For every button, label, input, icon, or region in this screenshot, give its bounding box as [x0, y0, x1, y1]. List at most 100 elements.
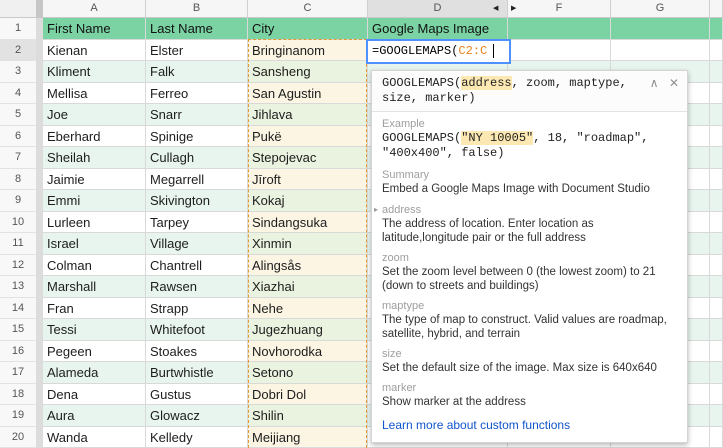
cell-H9[interactable] — [710, 190, 723, 212]
cell-B18[interactable]: Gustus — [146, 383, 248, 405]
cell-B15[interactable]: Whitefoot — [146, 319, 248, 341]
column-header-G[interactable]: G — [611, 0, 710, 18]
cell-A15[interactable]: Tessi — [43, 319, 146, 341]
cell-C12[interactable]: Alingsås — [248, 254, 368, 276]
cell-H6[interactable] — [710, 125, 723, 147]
cell-A10[interactable]: Lurleen — [43, 211, 146, 233]
cell-B12[interactable]: Chantrell — [146, 254, 248, 276]
cell-H18[interactable] — [710, 383, 723, 405]
cell-A1[interactable]: First Name — [43, 18, 146, 40]
row-header-3[interactable]: 3 — [0, 61, 36, 83]
cell-B16[interactable]: Stoakes — [146, 340, 248, 362]
cell-H1[interactable] — [710, 18, 723, 40]
column-header-F[interactable]: F — [508, 0, 611, 18]
unhide-column-left-icon[interactable]: ◀ — [493, 0, 498, 18]
cell-C14[interactable]: Nehe — [248, 297, 368, 319]
cell-H3[interactable] — [710, 61, 723, 83]
cell-H20[interactable] — [710, 426, 723, 448]
cell-C11[interactable]: Xinmin — [248, 233, 368, 255]
row-header-17[interactable]: 17 — [0, 362, 36, 384]
cell-C8[interactable]: Jīroft — [248, 168, 368, 190]
cell-H12[interactable] — [710, 254, 723, 276]
cell-A6[interactable]: Eberhard — [43, 125, 146, 147]
cell-A5[interactable]: Joe — [43, 104, 146, 126]
row-header-15[interactable]: 15 — [0, 319, 36, 341]
cell-H17[interactable] — [710, 362, 723, 384]
cell-H13[interactable] — [710, 276, 723, 298]
cell-C7[interactable]: Stepojevac — [248, 147, 368, 169]
cell-B9[interactable]: Skivington — [146, 190, 248, 212]
cell-B5[interactable]: Snarr — [146, 104, 248, 126]
row-header-10[interactable]: 10 — [0, 211, 36, 233]
cell-C13[interactable]: Xiazhai — [248, 276, 368, 298]
cell-C18[interactable]: Dobri Dol — [248, 383, 368, 405]
cell-A8[interactable]: Jaimie — [43, 168, 146, 190]
cell-B11[interactable]: Village — [146, 233, 248, 255]
cell-C4[interactable]: San Agustin — [248, 82, 368, 104]
cell-B2[interactable]: Elster — [146, 39, 248, 61]
cell-C19[interactable]: Shilin — [248, 405, 368, 427]
cell-C6[interactable]: Pukë — [248, 125, 368, 147]
cell-C2[interactable]: Bringinanom — [248, 39, 368, 61]
cell-A13[interactable]: Marshall — [43, 276, 146, 298]
row-header-8[interactable]: 8 — [0, 168, 36, 190]
cell-H4[interactable] — [710, 82, 723, 104]
cell-A12[interactable]: Colman — [43, 254, 146, 276]
cell-C16[interactable]: Novhorodka — [248, 340, 368, 362]
cell-D1[interactable]: Google Maps Image — [368, 18, 508, 40]
cell-C10[interactable]: Sindangsuka — [248, 211, 368, 233]
row-header-7[interactable]: 7 — [0, 147, 36, 169]
cell-H19[interactable] — [710, 405, 723, 427]
cell-B17[interactable]: Burtwhistle — [146, 362, 248, 384]
column-header-A[interactable]: A — [43, 0, 146, 18]
formula-cell-editor[interactable]: =GOOGLEMAPS(C2:C — [366, 39, 511, 64]
cell-A14[interactable]: Fran — [43, 297, 146, 319]
column-header-B[interactable]: B — [146, 0, 248, 18]
cell-C17[interactable]: Setono — [248, 362, 368, 384]
cell-B19[interactable]: Glowacz — [146, 405, 248, 427]
cell-A18[interactable]: Dena — [43, 383, 146, 405]
column-header-C[interactable]: C — [248, 0, 368, 18]
cell-A2[interactable]: Kienan — [43, 39, 146, 61]
row-header-4[interactable]: 4 — [0, 82, 36, 104]
cell-B6[interactable]: Spinige — [146, 125, 248, 147]
cell-C1[interactable]: City — [248, 18, 368, 40]
column-header-H[interactable] — [710, 0, 723, 18]
cell-H11[interactable] — [710, 233, 723, 255]
cell-A7[interactable]: Sheilah — [43, 147, 146, 169]
row-header-19[interactable]: 19 — [0, 405, 36, 427]
cell-C20[interactable]: Meijiang — [248, 426, 368, 448]
row-header-18[interactable]: 18 — [0, 383, 36, 405]
cell-F2[interactable] — [508, 39, 611, 61]
cell-C9[interactable]: Kokaj — [248, 190, 368, 212]
cell-A19[interactable]: Aura — [43, 405, 146, 427]
learn-more-link[interactable]: Learn more about custom functions — [382, 418, 570, 432]
column-header-D[interactable]: D — [368, 0, 508, 18]
cell-H2[interactable] — [710, 39, 723, 61]
cell-G1[interactable] — [611, 18, 710, 40]
row-header-16[interactable]: 16 — [0, 340, 36, 362]
cell-F1[interactable] — [508, 18, 611, 40]
row-header-6[interactable]: 6 — [0, 125, 36, 147]
cell-H7[interactable] — [710, 147, 723, 169]
cell-C3[interactable]: Sansheng — [248, 61, 368, 83]
cell-B4[interactable]: Ferreo — [146, 82, 248, 104]
cell-C5[interactable]: Jihlava — [248, 104, 368, 126]
cell-B7[interactable]: Cullagh — [146, 147, 248, 169]
row-header-2[interactable]: 2 — [0, 39, 36, 61]
cell-A17[interactable]: Alameda — [43, 362, 146, 384]
cell-A20[interactable]: Wanda — [43, 426, 146, 448]
cell-G2[interactable] — [611, 39, 710, 61]
cell-H16[interactable] — [710, 340, 723, 362]
row-header-13[interactable]: 13 — [0, 276, 36, 298]
row-header-14[interactable]: 14 — [0, 297, 36, 319]
cell-H10[interactable] — [710, 211, 723, 233]
cell-A9[interactable]: Emmi — [43, 190, 146, 212]
cell-B10[interactable]: Tarpey — [146, 211, 248, 233]
close-icon[interactable]: ✕ — [669, 76, 679, 90]
cell-A16[interactable]: Pegeen — [43, 340, 146, 362]
select-all-corner[interactable] — [0, 0, 36, 18]
cell-C15[interactable]: Jugezhuang — [248, 319, 368, 341]
row-header-12[interactable]: 12 — [0, 254, 36, 276]
cell-B8[interactable]: Megarrell — [146, 168, 248, 190]
